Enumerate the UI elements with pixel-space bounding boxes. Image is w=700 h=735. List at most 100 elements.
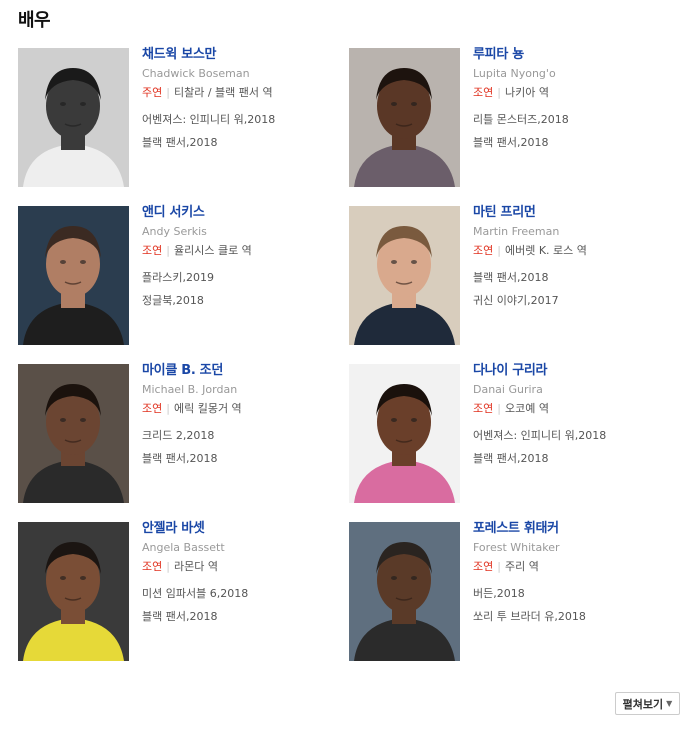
role-line: 조연 | 에버렛 K. 로스 역 xyxy=(473,243,673,259)
filmography-list: 블랙 팬서,2018 귀신 이야기,2017 xyxy=(473,270,673,309)
character-role: 에버렛 K. 로스 역 xyxy=(504,244,587,257)
actor-info: 마이클 B. 조던 Michael B. Jordan 조연 | 에릭 킬몽거 역 … xyxy=(142,362,342,474)
actor-photo[interactable] xyxy=(18,522,129,661)
filmography-item[interactable]: 귀신 이야기,2017 xyxy=(473,293,673,309)
filmography-item[interactable]: 버든,2018 xyxy=(473,586,673,602)
divider: | xyxy=(497,402,501,415)
actor-english-name: Martin Freeman xyxy=(473,225,560,238)
expand-more-button[interactable]: 펼쳐보기 ▼ xyxy=(615,692,680,715)
filmography-item[interactable]: 어벤져스: 인피니티 워,2018 xyxy=(473,428,673,444)
actor-name-link[interactable]: 채드윅 보스만 xyxy=(142,46,342,64)
filmography-list: 플라스키,2019 정글북,2018 xyxy=(142,270,342,309)
filmography-list: 버든,2018 쏘리 투 브라더 유,2018 xyxy=(473,586,673,625)
role-line: 주연 | 티찰라 / 블랙 팬서 역 xyxy=(142,85,342,101)
actor-english-name: Lupita Nyong'o xyxy=(473,67,556,80)
role-line: 조연 | 라몬다 역 xyxy=(142,559,342,575)
cast-card: 채드윅 보스만 Chadwick Boseman 주연 | 티찰라 / 블랙 팬서 … xyxy=(18,46,348,188)
divider: | xyxy=(166,244,170,257)
filmography-item[interactable]: 블랙 팬서,2018 xyxy=(142,609,342,625)
actor-name-link[interactable]: 다나이 구리라 xyxy=(473,362,673,380)
role-line: 조연 | 나키아 역 xyxy=(473,85,673,101)
cast-card: 마틴 프리먼 Martin Freeman 조연 | 에버렛 K. 로스 역 블랙 … xyxy=(349,204,679,346)
divider: | xyxy=(497,560,501,573)
actor-info: 마틴 프리먼 Martin Freeman 조연 | 에버렛 K. 로스 역 블랙 … xyxy=(473,204,673,316)
character-role: 나키아 역 xyxy=(504,86,549,99)
actor-english-name: Michael B. Jordan xyxy=(142,383,238,396)
actor-photo[interactable] xyxy=(18,364,129,503)
filmography-list: 리틀 몬스터즈,2018 블랙 팬서,2018 xyxy=(473,112,673,151)
actor-photo[interactable] xyxy=(349,206,460,345)
actor-photo[interactable] xyxy=(349,522,460,661)
divider: | xyxy=(166,86,170,99)
filmography-item[interactable]: 리틀 몬스터즈,2018 xyxy=(473,112,673,128)
filmography-item[interactable]: 어벤져스: 인피니티 워,2018 xyxy=(142,112,342,128)
filmography-item[interactable]: 미션 임파서블 6,2018 xyxy=(142,586,342,602)
actor-photo[interactable] xyxy=(18,48,129,187)
actor-name-link[interactable]: 마이클 B. 조던 xyxy=(142,362,342,380)
actor-name-link[interactable]: 안젤라 바셋 xyxy=(142,520,342,538)
character-role: 율리시스 클로 역 xyxy=(173,244,252,257)
role-type-badge: 조연 xyxy=(142,560,163,573)
character-role: 주리 역 xyxy=(504,560,539,573)
character-role: 라몬다 역 xyxy=(173,560,218,573)
filmography-list: 어벤져스: 인피니티 워,2018 블랙 팬서,2018 xyxy=(473,428,673,467)
actor-english-name: Chadwick Boseman xyxy=(142,67,250,80)
divider: | xyxy=(166,560,170,573)
cast-card: 마이클 B. 조던 Michael B. Jordan 조연 | 에릭 킬몽거 역 … xyxy=(18,362,348,504)
role-type-badge: 조연 xyxy=(473,402,494,415)
character-role: 티찰라 / 블랙 팬서 역 xyxy=(173,86,273,99)
filmography-list: 미션 임파서블 6,2018 블랙 팬서,2018 xyxy=(142,586,342,625)
actor-photo[interactable] xyxy=(18,206,129,345)
actor-info: 안젤라 바셋 Angela Bassett 조연 | 라몬다 역 미션 임파서블 6… xyxy=(142,520,342,632)
expand-more-label: 펼쳐보기 xyxy=(622,697,664,711)
actor-name-link[interactable]: 마틴 프리먼 xyxy=(473,204,673,222)
filmography-item[interactable]: 블랙 팬서,2018 xyxy=(142,451,342,467)
filmography-item[interactable]: 플라스키,2019 xyxy=(142,270,342,286)
divider: | xyxy=(166,402,170,415)
cast-card: 포레스트 휘태커 Forest Whitaker 조연 | 주리 역 버든,2018… xyxy=(349,520,679,662)
character-role: 오코예 역 xyxy=(504,402,549,415)
filmography-list: 크리드 2,2018 블랙 팬서,2018 xyxy=(142,428,342,467)
actor-name-link[interactable]: 포레스트 휘태커 xyxy=(473,520,673,538)
role-type-badge: 조연 xyxy=(473,560,494,573)
caret-down-icon: ▼ xyxy=(666,699,673,708)
filmography-item[interactable]: 블랙 팬서,2018 xyxy=(473,270,673,286)
cast-card: 안젤라 바셋 Angela Bassett 조연 | 라몬다 역 미션 임파서블 6… xyxy=(18,520,348,662)
actor-name-link[interactable]: 앤디 서키스 xyxy=(142,204,342,222)
filmography-item[interactable]: 블랙 팬서,2018 xyxy=(473,451,673,467)
role-line: 조연 | 주리 역 xyxy=(473,559,673,575)
cast-card: 앤디 서키스 Andy Serkis 조연 | 율리시스 클로 역 플라스키,201… xyxy=(18,204,348,346)
character-role: 에릭 킬몽거 역 xyxy=(173,402,242,415)
actor-name-link[interactable]: 루피타 뇽 xyxy=(473,46,673,64)
actor-english-name: Andy Serkis xyxy=(142,225,207,238)
role-line: 조연 | 율리시스 클로 역 xyxy=(142,243,342,259)
role-type-badge: 조연 xyxy=(142,244,163,257)
role-type-badge: 조연 xyxy=(473,244,494,257)
role-type-badge: 주연 xyxy=(142,86,163,99)
filmography-item[interactable]: 블랙 팬서,2018 xyxy=(142,135,342,151)
filmography-item[interactable]: 크리드 2,2018 xyxy=(142,428,342,444)
actor-info: 루피타 뇽 Lupita Nyong'o 조연 | 나키아 역 리틀 몬스터즈,20… xyxy=(473,46,673,158)
actor-info: 포레스트 휘태커 Forest Whitaker 조연 | 주리 역 버든,2018… xyxy=(473,520,673,632)
actor-photo[interactable] xyxy=(349,48,460,187)
role-type-badge: 조연 xyxy=(473,86,494,99)
actor-info: 다나이 구리라 Danai Gurira 조연 | 오코예 역 어벤져스: 인피니티… xyxy=(473,362,673,474)
actor-info: 앤디 서키스 Andy Serkis 조연 | 율리시스 클로 역 플라스키,201… xyxy=(142,204,342,316)
role-type-badge: 조연 xyxy=(142,402,163,415)
filmography-item[interactable]: 정글북,2018 xyxy=(142,293,342,309)
role-line: 조연 | 에릭 킬몽거 역 xyxy=(142,401,342,417)
cast-card: 다나이 구리라 Danai Gurira 조연 | 오코예 역 어벤져스: 인피니티… xyxy=(349,362,679,504)
cast-card: 루피타 뇽 Lupita Nyong'o 조연 | 나키아 역 리틀 몬스터즈,20… xyxy=(349,46,679,188)
role-line: 조연 | 오코예 역 xyxy=(473,401,673,417)
filmography-item[interactable]: 블랙 팬서,2018 xyxy=(473,135,673,151)
section-title: 배우 xyxy=(18,10,51,31)
actor-english-name: Forest Whitaker xyxy=(473,541,560,554)
divider: | xyxy=(497,86,501,99)
actor-info: 채드윅 보스만 Chadwick Boseman 주연 | 티찰라 / 블랙 팬서 … xyxy=(142,46,342,158)
actor-photo[interactable] xyxy=(349,364,460,503)
actor-english-name: Angela Bassett xyxy=(142,541,225,554)
divider: | xyxy=(497,244,501,257)
actor-english-name: Danai Gurira xyxy=(473,383,543,396)
filmography-item[interactable]: 쏘리 투 브라더 유,2018 xyxy=(473,609,673,625)
filmography-list: 어벤져스: 인피니티 워,2018 블랙 팬서,2018 xyxy=(142,112,342,151)
